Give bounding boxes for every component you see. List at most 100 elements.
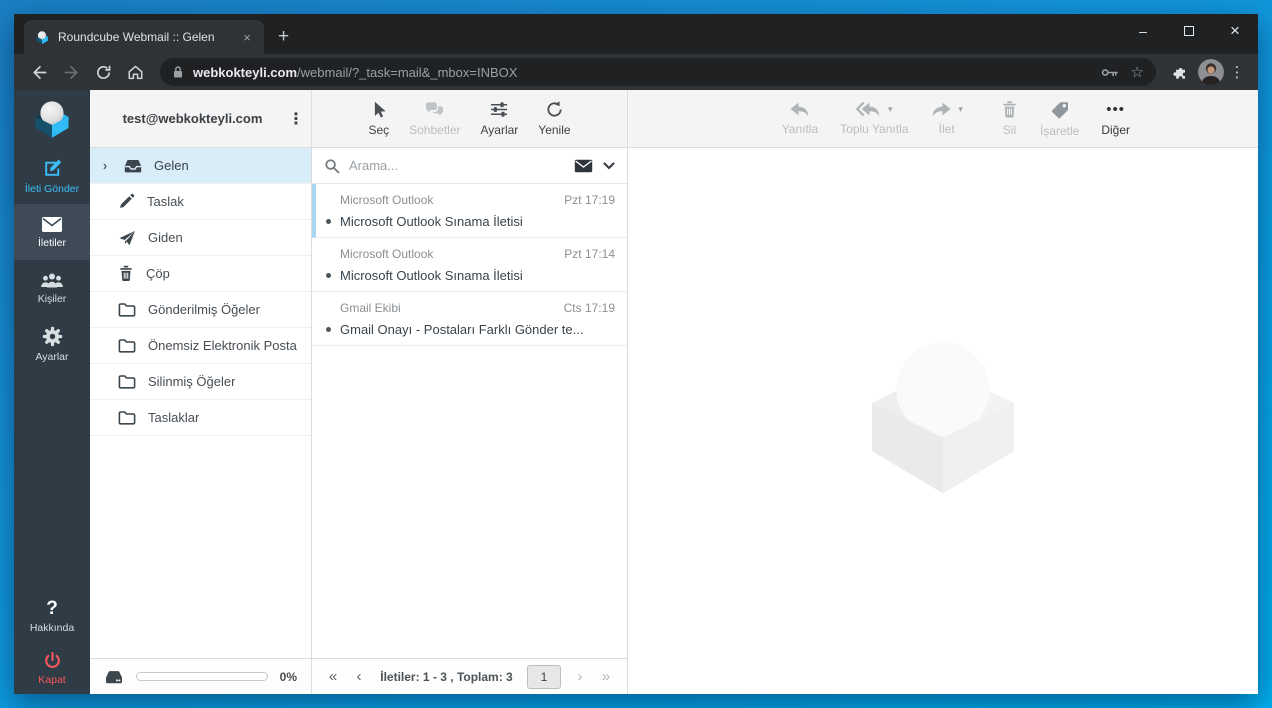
profile-avatar[interactable] [1198,59,1224,85]
sidebar-item-label: Ayarlar [35,350,69,363]
new-tab-button[interactable]: + [278,27,289,46]
toolbar-label: Yenile [538,123,571,137]
folder-icon [118,411,136,425]
sidebar-item-label: Kişiler [37,293,67,305]
message-date: Pzt 17:19 [564,193,615,207]
reply-all-caret-icon[interactable]: ▾ [888,104,893,115]
folder-options-icon[interactable]: ⋮ [281,109,311,129]
forward-caret-icon[interactable]: ▾ [958,104,963,115]
tab-close-icon[interactable]: × [238,28,256,46]
folder-item-drafts2[interactable]: Taslaklar [90,400,311,436]
folder-icon [118,375,136,389]
list-pagination: « ‹ İletiler: 1 - 3 , Toplam: 3 1 › » [312,658,627,694]
minimize-button[interactable]: – [1120,14,1166,48]
search-scope[interactable] [574,159,615,173]
paper-plane-icon [119,230,135,245]
reload-button[interactable] [88,58,118,86]
maximize-button[interactable] [1166,14,1212,48]
close-button[interactable]: × [1212,14,1258,48]
search-input[interactable] [349,158,565,173]
folder-item-trash[interactable]: Çöp [90,256,311,292]
next-page-button[interactable]: › [567,668,593,685]
first-page-button[interactable]: « [320,668,346,685]
browser-navbar: webkokteyli.com/webmail/?_task=mail&_mbo… [14,54,1258,90]
home-button[interactable] [120,58,150,86]
lock-icon [174,66,182,78]
roundcube-app: İleti Gönder İletiler Kişiler Ayarlar ? … [14,90,1258,694]
sidebar-item-compose[interactable]: İleti Gönder [14,148,90,204]
reply-all-button[interactable]: ▾ Toplu Yanıtla [840,101,908,136]
back-button[interactable] [24,58,54,86]
message-row[interactable]: Microsoft Outlook Pzt 17:19 Microsoft Ou… [312,184,627,238]
message-subject: Gmail Onayı - Postaları Farklı Gönder te… [340,322,584,337]
mark-button[interactable]: İşaretle [1040,100,1079,138]
extensions-button[interactable] [1166,58,1196,86]
select-button[interactable]: Seç [368,100,389,137]
toolbar-label: Diğer [1101,123,1130,137]
mail-view-panel: Yanıtla ▾ Toplu Yanıtla ▾ İlet Sil İşare… [628,90,1258,694]
compose-icon [44,159,61,176]
folder-item-deleted[interactable]: Silinmiş Öğeler [90,364,311,400]
expand-chevron-icon[interactable]: › [98,158,112,173]
forward-mail-button[interactable]: ▾ İlet [930,101,963,136]
home-icon [128,65,142,79]
last-page-button[interactable]: » [593,668,619,685]
sidebar-item-settings[interactable]: Ayarlar [14,316,90,372]
people-icon [41,273,63,288]
url-text: webkokteyli.com/webmail/?_task=mail&_mbo… [193,65,1092,80]
delete-button[interactable]: Sil [1001,100,1018,137]
toolbar-label: İlet [938,122,955,136]
folder-label: Giden [148,230,183,245]
folder-label: Taslaklar [148,410,200,425]
browser-window: Roundcube Webmail :: Gelen × + – × webko… [14,14,1258,694]
account-email: test@webkokteyli.com [122,111,263,126]
unread-dot[interactable] [326,327,331,332]
sidebar-item-mail[interactable]: İletiler [14,204,90,260]
browser-titlebar: Roundcube Webmail :: Gelen × + – × [14,14,1258,54]
folder-item-sent[interactable]: Giden [90,220,311,256]
folder-item-sent-items[interactable]: Gönderilmiş Öğeler [90,292,311,328]
message-row[interactable]: Gmail Ekibi Cts 17:19 Gmail Onayı - Post… [312,292,627,346]
browser-menu-icon[interactable]: ⋮ [1226,63,1248,81]
sidebar-item-contacts[interactable]: Kişiler [14,260,90,316]
mail-toolbar: Yanıtla ▾ Toplu Yanıtla ▾ İlet Sil İşare… [628,90,1258,148]
refresh-button[interactable]: Yenile [538,100,571,137]
toolbar-label: Sil [1002,123,1017,137]
trash-icon [1003,101,1016,118]
pagination-label: İletiler: 1 - 3 , Toplam: 3 [380,669,513,684]
reply-button[interactable]: Yanıtla [782,101,818,136]
forward-mail-icon [933,102,951,117]
folder-icon [118,339,136,353]
mail-scope-icon [574,159,593,172]
prev-page-button[interactable]: ‹ [346,668,372,685]
account-header: test@webkokteyli.com ⋮ [90,90,311,148]
trash-icon [120,265,132,282]
toolbar-label: Toplu Yanıtla [840,122,909,136]
sidebar-item-about[interactable]: ? Hakkında [14,590,90,642]
envelope-icon [42,216,62,232]
url-path: /webmail/?_task=mail&_mbox=INBOX [297,64,518,80]
password-key-icon[interactable] [1101,66,1119,79]
folder-item-junk[interactable]: Önemsiz Elektronik Posta [90,328,311,364]
forward-button[interactable] [56,58,86,86]
message-sender: Microsoft Outlook [340,247,434,261]
cursor-icon [375,101,386,118]
unread-dot[interactable] [326,273,331,278]
folder-item-inbox[interactable]: › Gelen [90,148,311,184]
puzzle-icon [1173,68,1185,79]
browser-tab[interactable]: Roundcube Webmail :: Gelen × [24,20,264,54]
more-actions-button[interactable]: ••• Diğer [1101,100,1130,137]
quota-progress-bar [136,672,268,681]
unread-dot[interactable] [326,219,331,224]
list-options-button[interactable]: Ayarlar [481,100,518,137]
sidebar-item-logout[interactable]: Kapat [14,642,90,694]
storage-icon [106,670,122,683]
message-row[interactable]: Microsoft Outlook Pzt 17:14 Microsoft Ou… [312,238,627,292]
message-subject: Microsoft Outlook Sınama İletisi [340,268,523,283]
page-number-input[interactable]: 1 [527,664,561,689]
threads-button[interactable]: Sohbetler [409,100,461,137]
folder-item-drafts[interactable]: Taslak [90,184,311,220]
bookmark-star-icon[interactable]: ☆ [1131,63,1144,81]
reply-icon [790,102,809,117]
address-bar[interactable]: webkokteyli.com/webmail/?_task=mail&_mbo… [160,58,1156,86]
